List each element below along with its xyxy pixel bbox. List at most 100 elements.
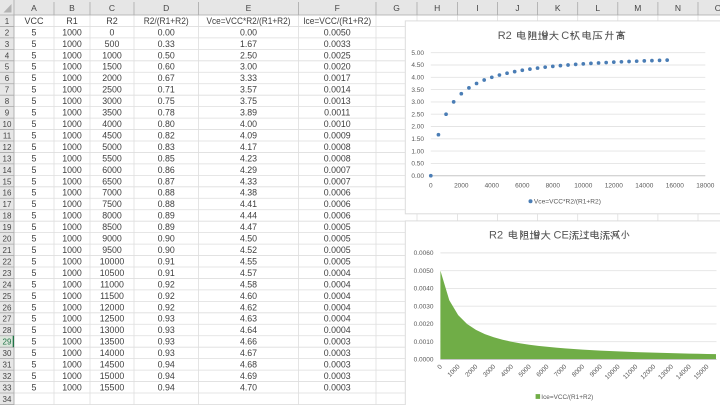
svg-text:0.00: 0.00 [240, 27, 257, 37]
svg-text:1000: 1000 [62, 360, 82, 370]
svg-text:0.0007: 0.0007 [324, 165, 351, 175]
svg-text:5: 5 [32, 108, 37, 118]
svg-text:4500: 4500 [102, 130, 122, 140]
svg-text:4.55: 4.55 [240, 256, 257, 266]
svg-text:0.90: 0.90 [158, 234, 175, 244]
svg-text:0.0005: 0.0005 [324, 245, 351, 255]
svg-text:0.0020: 0.0020 [414, 321, 434, 328]
svg-text:1000: 1000 [62, 256, 82, 266]
svg-text:1000: 1000 [62, 153, 82, 163]
svg-text:5: 5 [32, 382, 37, 392]
svg-text:O: O [715, 3, 720, 13]
svg-text:0.91: 0.91 [158, 268, 175, 278]
svg-text:7500: 7500 [102, 199, 122, 209]
svg-text:1000: 1000 [62, 176, 82, 186]
svg-text:5: 5 [32, 325, 37, 335]
svg-text:4.58: 4.58 [240, 279, 257, 289]
svg-text:4.47: 4.47 [240, 222, 257, 232]
svg-text:5: 5 [32, 291, 37, 301]
svg-text:4.67: 4.67 [240, 348, 257, 358]
svg-text:12000: 12000 [605, 182, 623, 189]
svg-text:0.50: 0.50 [158, 50, 175, 60]
svg-text:14000: 14000 [100, 348, 125, 358]
svg-text:0.0000: 0.0000 [414, 357, 434, 364]
svg-text:5: 5 [32, 165, 37, 175]
svg-text:1000: 1000 [62, 302, 82, 312]
svg-text:4.52: 4.52 [240, 245, 257, 255]
svg-text:B: B [69, 3, 75, 13]
svg-text:8500: 8500 [102, 222, 122, 232]
svg-text:1000: 1000 [62, 39, 82, 49]
svg-text:29: 29 [3, 338, 12, 347]
svg-text:3.00: 3.00 [411, 99, 424, 106]
svg-text:0.89: 0.89 [158, 222, 175, 232]
svg-text:0: 0 [110, 27, 115, 37]
svg-text:24: 24 [3, 280, 12, 289]
svg-text:5: 5 [32, 256, 37, 266]
svg-text:4.64: 4.64 [240, 325, 257, 335]
svg-text:4.17: 4.17 [240, 142, 257, 152]
svg-text:Vce=VCC*R2/(R1+R2): Vce=VCC*R2/(R1+R2) [534, 199, 601, 206]
svg-text:0.85: 0.85 [158, 153, 175, 163]
svg-text:5: 5 [32, 348, 37, 358]
svg-text:1000: 1000 [62, 50, 82, 60]
svg-text:5: 5 [5, 63, 10, 72]
svg-text:0.0003: 0.0003 [324, 337, 351, 347]
svg-text:4.63: 4.63 [240, 314, 257, 324]
svg-text:5: 5 [32, 279, 37, 289]
svg-text:0.0009: 0.0009 [324, 130, 351, 140]
svg-text:0.0030: 0.0030 [414, 303, 434, 310]
svg-text:5: 5 [32, 302, 37, 312]
svg-text:4000: 4000 [485, 182, 500, 189]
svg-text:0.0007: 0.0007 [324, 176, 351, 186]
svg-text:Ice=VCC/(R1+R2): Ice=VCC/(R1+R2) [541, 394, 593, 401]
svg-text:0.89: 0.89 [158, 211, 175, 221]
svg-text:4.60: 4.60 [240, 291, 257, 301]
svg-text:H: H [434, 3, 440, 13]
svg-text:23: 23 [3, 269, 12, 278]
svg-text:4.69: 4.69 [240, 371, 257, 381]
svg-text:8000: 8000 [546, 182, 561, 189]
svg-text:20: 20 [3, 235, 12, 244]
svg-text:0.86: 0.86 [158, 165, 175, 175]
svg-text:F: F [335, 3, 340, 13]
svg-text:1000: 1000 [62, 85, 82, 95]
svg-text:5: 5 [32, 96, 37, 106]
svg-text:13500: 13500 [100, 337, 125, 347]
svg-text:9000: 9000 [102, 234, 122, 244]
svg-text:0.93: 0.93 [158, 325, 175, 335]
svg-text:5: 5 [32, 153, 37, 163]
svg-text:K: K [555, 3, 561, 13]
svg-text:5: 5 [32, 39, 37, 49]
svg-text:12: 12 [3, 143, 12, 152]
svg-text:4.68: 4.68 [240, 360, 257, 370]
svg-text:C: C [109, 3, 115, 13]
svg-text:10: 10 [3, 120, 12, 129]
svg-text:0.75: 0.75 [158, 96, 175, 106]
svg-text:0.0004: 0.0004 [324, 325, 351, 335]
svg-text:0.0025: 0.0025 [324, 50, 351, 60]
svg-text:0.0040: 0.0040 [414, 286, 434, 293]
svg-text:R2: R2 [106, 16, 118, 26]
svg-text:4.09: 4.09 [240, 130, 257, 140]
svg-text:0.0008: 0.0008 [324, 153, 351, 163]
svg-text:0.00: 0.00 [411, 173, 424, 180]
svg-text:0.0050: 0.0050 [324, 27, 351, 37]
svg-text:5: 5 [32, 371, 37, 381]
svg-text:4.41: 4.41 [240, 199, 257, 209]
svg-text:9: 9 [5, 109, 10, 118]
svg-text:32: 32 [3, 372, 12, 381]
svg-text:1000: 1000 [62, 222, 82, 232]
svg-text:5: 5 [32, 268, 37, 278]
svg-text:4.00: 4.00 [411, 75, 424, 82]
svg-text:5: 5 [32, 130, 37, 140]
svg-text:3500: 3500 [102, 108, 122, 118]
svg-text:19: 19 [3, 223, 12, 232]
svg-text:4.23: 4.23 [240, 153, 257, 163]
svg-text:2.50: 2.50 [411, 111, 424, 118]
svg-text:15000: 15000 [100, 371, 125, 381]
svg-text:0.80: 0.80 [158, 119, 175, 129]
svg-text:0.0006: 0.0006 [324, 211, 351, 221]
svg-text:0.82: 0.82 [158, 130, 175, 140]
svg-text:5: 5 [32, 199, 37, 209]
